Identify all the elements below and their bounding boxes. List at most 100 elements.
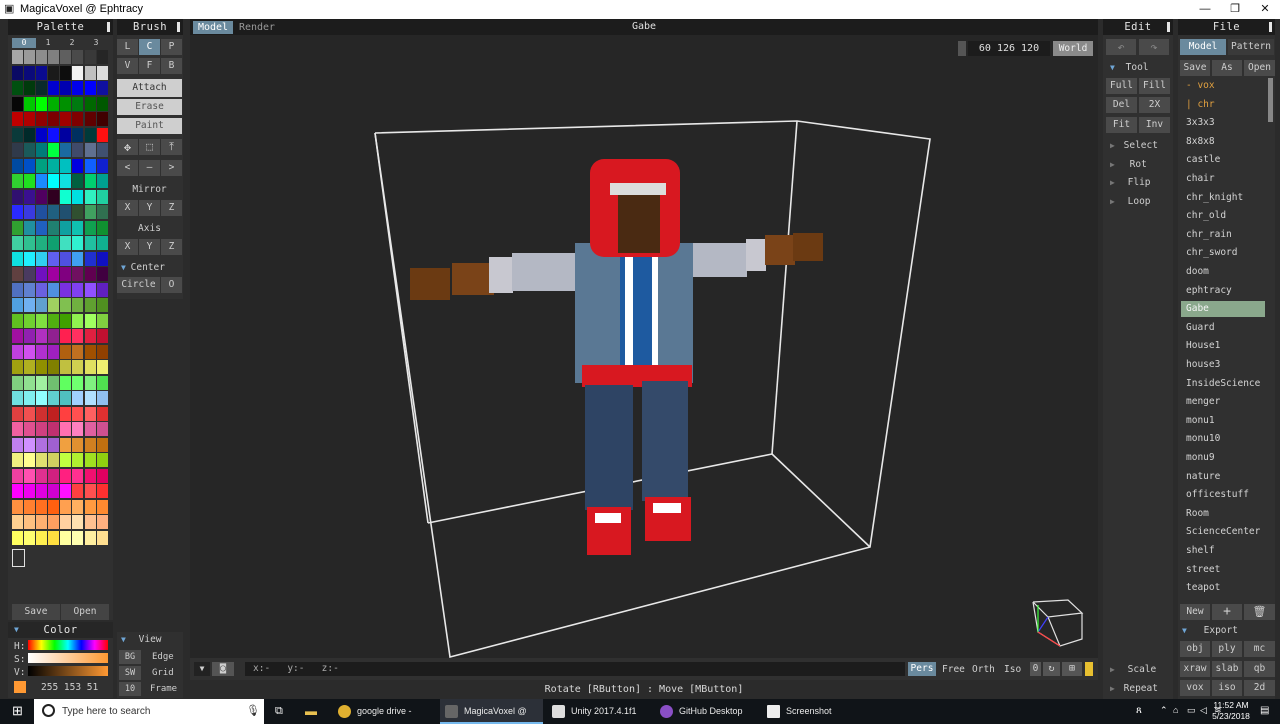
palette-swatch[interactable] — [24, 282, 36, 297]
palette-swatch[interactable] — [24, 220, 36, 235]
palette-swatch[interactable] — [36, 515, 48, 529]
palette-swatch[interactable] — [48, 112, 60, 126]
microphone-icon[interactable]: 🎙 — [246, 704, 260, 717]
palette-swatch[interactable] — [84, 530, 96, 545]
bg-button[interactable]: BG — [119, 650, 141, 664]
tool-section[interactable]: ▼ Tool — [1110, 62, 1149, 73]
palette-swatch[interactable] — [12, 143, 23, 157]
palette-swatch[interactable] — [48, 453, 60, 467]
palette-swatch[interactable] — [60, 391, 72, 405]
palette-swatch[interactable] — [36, 344, 48, 359]
file-list-item[interactable]: 8x8x8 — [1181, 134, 1265, 150]
palette-swatch[interactable] — [24, 484, 36, 498]
palette-swatch[interactable] — [36, 189, 48, 204]
palette-swatch[interactable] — [24, 81, 36, 95]
palette-swatch[interactable] — [84, 50, 96, 64]
palette-swatch[interactable] — [48, 267, 60, 281]
file-save-as-button[interactable]: As — [1212, 60, 1242, 76]
palette-swatch[interactable] — [96, 453, 108, 467]
projection-orth[interactable]: Orth — [972, 664, 995, 675]
full-button[interactable]: Full — [1106, 78, 1137, 94]
palette-swatch[interactable] — [72, 282, 84, 297]
palette-swatch[interactable] — [24, 267, 36, 281]
palette-swatch[interactable] — [72, 391, 84, 405]
palette-swatch[interactable] — [72, 344, 84, 359]
palette-swatch[interactable] — [60, 515, 72, 529]
palette-swatch[interactable] — [72, 453, 84, 467]
file-list-item[interactable]: street — [1181, 562, 1265, 578]
palette-swatch[interactable] — [12, 360, 23, 374]
current-color-swatch[interactable] — [14, 681, 26, 693]
palette-swatch[interactable] — [72, 251, 84, 266]
palette-swatch[interactable] — [96, 220, 108, 235]
file-list-item[interactable]: monu1 — [1181, 413, 1265, 429]
palette-swatch[interactable] — [12, 112, 23, 126]
palette-swatch[interactable] — [48, 81, 60, 95]
palette-swatch[interactable] — [60, 158, 72, 173]
trash-icon[interactable]: 🗑 — [1244, 604, 1275, 620]
palette-swatch[interactable] — [12, 236, 23, 250]
flip-section[interactable]: ▶ Flip — [1110, 177, 1151, 188]
palette-swatch[interactable] — [12, 50, 23, 64]
palette-swatch[interactable] — [72, 65, 84, 80]
palette-swatch[interactable] — [48, 391, 60, 405]
palette-swatch[interactable] — [72, 50, 84, 64]
palette-swatch[interactable] — [96, 236, 108, 250]
palette-swatch[interactable] — [96, 484, 108, 498]
palette-swatch[interactable] — [60, 298, 72, 312]
palette-swatch[interactable] — [84, 453, 96, 467]
axis-z-button[interactable]: Z — [161, 239, 182, 255]
brush-next-button[interactable]: > — [161, 160, 182, 176]
palette-swatch[interactable] — [36, 468, 48, 483]
palette-swatch[interactable] — [72, 437, 84, 452]
file-list-item[interactable]: 3x3x3 — [1181, 115, 1265, 131]
palette-swatch[interactable] — [12, 515, 23, 529]
palette-swatch[interactable] — [96, 530, 108, 545]
file-list-item[interactable]: chair — [1181, 171, 1265, 187]
palette-swatch[interactable] — [24, 143, 36, 157]
palette-swatch[interactable] — [96, 437, 108, 452]
palette-swatch[interactable] — [60, 437, 72, 452]
palette-swatch[interactable] — [12, 96, 23, 111]
palette-swatch[interactable] — [24, 453, 36, 467]
palette-swatch[interactable] — [96, 329, 108, 343]
palette-swatch[interactable] — [48, 143, 60, 157]
rot-section[interactable]: ▶ Rot — [1110, 159, 1147, 170]
palette-swatch[interactable] — [24, 96, 36, 111]
3d-viewport[interactable] — [190, 35, 1098, 659]
palette-swatch[interactable] — [36, 267, 48, 281]
palette-swatch[interactable] — [84, 391, 96, 405]
file-list-item[interactable]: Room — [1181, 506, 1265, 522]
network-icon[interactable]: ⌂ — [1173, 705, 1178, 715]
palette-swatch[interactable] — [36, 298, 48, 312]
palette-swatch[interactable] — [72, 499, 84, 514]
palette-swatch[interactable] — [12, 220, 23, 235]
fill-button[interactable]: Fill — [1139, 78, 1170, 94]
palette-swatch[interactable] — [48, 329, 60, 343]
palette-page-3[interactable]: 3 — [84, 38, 108, 47]
palette-swatch[interactable] — [24, 406, 36, 421]
palette-swatch[interactable] — [60, 406, 72, 421]
palette-swatch[interactable] — [24, 360, 36, 374]
export-mc[interactable]: mc — [1244, 641, 1275, 657]
collapse-arrow-icon[interactable]: ▼ — [14, 622, 19, 638]
palette-swatch[interactable] — [24, 499, 36, 514]
palette-swatch[interactable] — [72, 329, 84, 343]
palette-swatch[interactable] — [84, 484, 96, 498]
file-tab-model[interactable]: Model — [1180, 39, 1226, 55]
palette-swatch[interactable] — [36, 50, 48, 64]
del-button[interactable]: Del — [1106, 97, 1137, 113]
palette-swatch[interactable] — [72, 406, 84, 421]
palette-swatch[interactable] — [12, 344, 23, 359]
palette-swatch[interactable] — [60, 530, 72, 545]
notifications-icon[interactable]: ▤ — [1260, 705, 1269, 716]
palette-swatch[interactable] — [12, 453, 23, 467]
palette-swatch[interactable] — [84, 437, 96, 452]
battery-icon[interactable]: ▭ — [1187, 705, 1196, 716]
palette-swatch[interactable] — [36, 174, 48, 188]
palette-swatch[interactable] — [36, 236, 48, 250]
file-list-item[interactable]: chr_rain — [1181, 227, 1265, 243]
palette-swatch[interactable] — [12, 298, 23, 312]
paint-button[interactable]: Paint — [117, 118, 182, 134]
palette-swatch[interactable] — [60, 313, 72, 328]
